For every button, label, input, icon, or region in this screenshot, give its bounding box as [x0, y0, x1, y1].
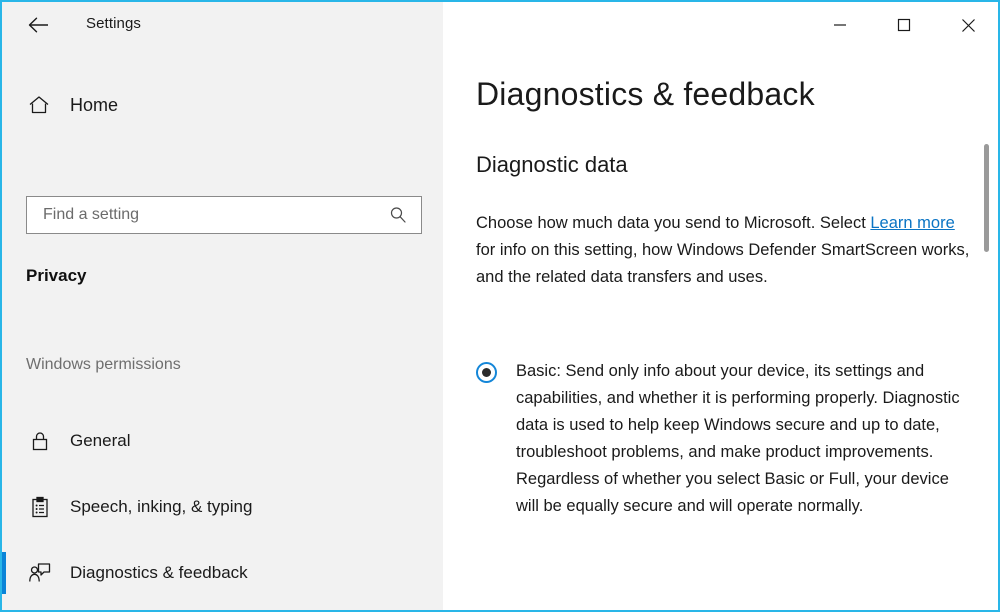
intro-text-before-link: Choose how much data you send to Microso… — [476, 214, 871, 232]
sidebar-item-label: General — [70, 431, 131, 450]
radio-button-basic[interactable] — [476, 362, 497, 383]
window-title: Settings — [86, 15, 141, 32]
feedback-person-icon — [26, 562, 54, 584]
sidebar-item-diagnostics-feedback[interactable]: Diagnostics & feedback — [2, 540, 443, 606]
settings-window: Settings Home Find a setting Privacy Win… — [0, 0, 1000, 612]
maximize-button[interactable] — [881, 2, 927, 48]
content-scrollbar-track[interactable] — [984, 48, 994, 610]
close-button[interactable] — [945, 2, 991, 48]
intro-text-after-link: for info on this setting, how Windows De… — [476, 241, 970, 286]
minimize-icon — [834, 24, 846, 26]
sidebar-item-label: Speech, inking, & typing — [70, 497, 253, 516]
learn-more-link[interactable]: Learn more — [870, 214, 954, 232]
sidebar-item-general[interactable]: General — [2, 408, 443, 474]
search-icon[interactable] — [389, 206, 407, 224]
sidebar-group-label: Windows permissions — [26, 356, 181, 373]
back-arrow-icon — [28, 17, 48, 33]
search-box[interactable] — [26, 196, 422, 234]
content-scrollbar-thumb[interactable] — [984, 144, 989, 252]
lock-icon — [26, 430, 54, 452]
sidebar-item-speech-inking-typing[interactable]: Speech, inking, & typing — [2, 474, 443, 540]
sidebar-section-title: Privacy — [26, 266, 87, 285]
content-pane: Diagnostics & feedback Diagnostic data C… — [443, 48, 998, 610]
clipboard-icon — [26, 496, 54, 519]
sidebar-home-label: Home — [70, 94, 119, 115]
selection-indicator — [2, 552, 6, 594]
intro-paragraph: Choose how much data you send to Microso… — [476, 210, 976, 291]
selection-indicator — [2, 486, 6, 528]
maximize-icon — [897, 18, 911, 32]
home-icon — [26, 95, 52, 115]
back-button[interactable] — [20, 10, 58, 40]
search-input[interactable] — [41, 196, 375, 234]
section-heading: Diagnostic data — [476, 152, 628, 177]
diagnostic-data-basic-option[interactable]: Basic: Send only info about your device,… — [476, 358, 976, 520]
close-icon — [961, 18, 975, 32]
page-title: Diagnostics & feedback — [476, 76, 815, 112]
title-bar: Settings — [2, 2, 998, 48]
sidebar: Home Privacy Windows permissions — [2, 48, 443, 610]
sidebar-item-home[interactable]: Home — [2, 84, 443, 126]
option-label-basic: Basic: Send only info about your device,… — [516, 362, 960, 515]
sidebar-item-activity-history[interactable]: Activity history — [2, 606, 443, 610]
selection-indicator — [2, 420, 6, 462]
sidebar-item-label: Diagnostics & feedback — [70, 563, 248, 582]
minimize-button[interactable] — [817, 2, 863, 48]
sidebar-nav-list: General Speech, inking, & typing Diagnos… — [2, 408, 443, 610]
